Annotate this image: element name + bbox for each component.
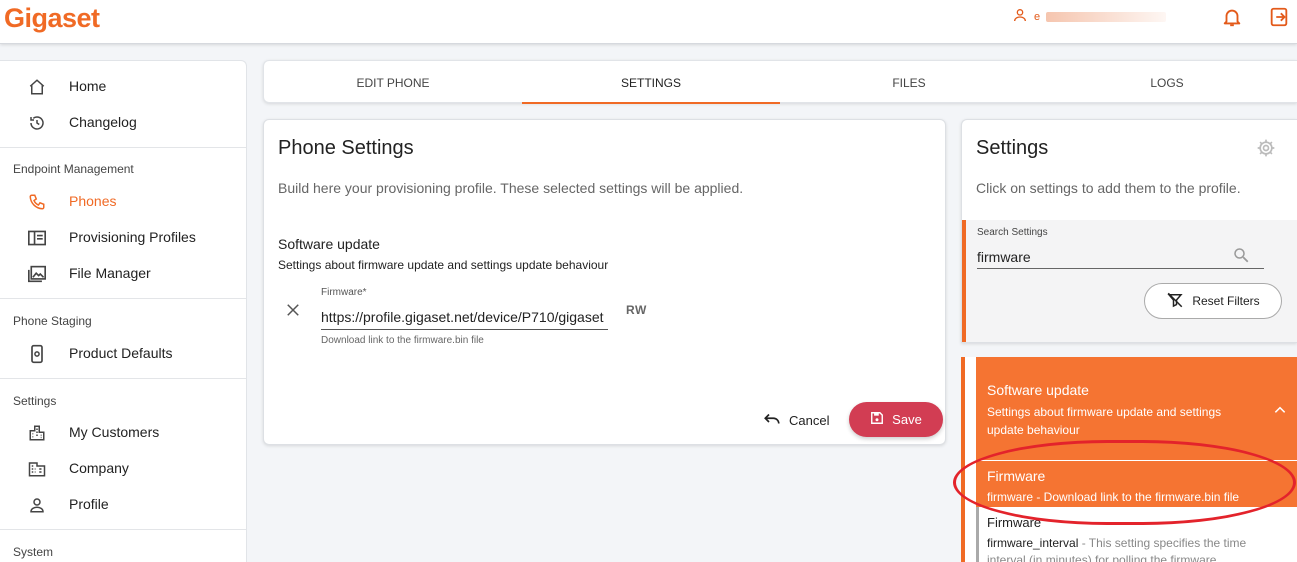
cancel-button[interactable]: Cancel	[763, 406, 829, 434]
user-name: e	[1034, 10, 1041, 23]
sidebar-item-product-defaults[interactable]: Product Defaults	[0, 336, 246, 370]
result-group-description: Settings about firmware update and setti…	[987, 405, 1222, 437]
building-icon	[27, 459, 47, 479]
redacted-username	[1046, 11, 1167, 22]
sidebar-item-file-manager[interactable]: File Manager	[0, 256, 246, 290]
sidebar-item-label: My Customers	[69, 424, 160, 440]
logout-icon[interactable]	[1268, 6, 1290, 33]
section-title-system: System	[13, 545, 54, 559]
sidebar-item-my-customers[interactable]: My Customers	[0, 415, 246, 449]
person-icon	[27, 495, 47, 515]
page-title: Phone Settings	[278, 137, 414, 159]
undo-icon	[763, 412, 781, 429]
sidebar-divider	[0, 529, 246, 530]
sidebar-divider	[0, 378, 246, 379]
result-description: firmware_interval - This setting specifi…	[987, 535, 1287, 562]
save-icon	[870, 411, 884, 428]
tab-label: SETTINGS	[620, 75, 681, 90]
access-badge: RW	[626, 303, 647, 317]
gear-icon[interactable]	[1256, 138, 1276, 163]
person-icon	[1012, 7, 1028, 26]
device-settings-icon	[27, 344, 47, 364]
sidebar-item-changelog[interactable]: Changelog	[0, 105, 246, 139]
home-icon	[27, 77, 47, 97]
search-icon[interactable]	[1232, 246, 1250, 269]
cancel-label: Cancel	[789, 412, 830, 428]
gigaset-logo[interactable]: Gigaset	[4, 3, 100, 34]
section-title-settings: Settings	[13, 394, 57, 408]
result-item-firmware[interactable]: Firmware firmware - Download link to the…	[976, 461, 1297, 507]
phone-settings-card: Phone Settings Build here your provision…	[263, 119, 946, 445]
group-description: Settings about firmware update and setti…	[278, 258, 609, 272]
sidebar-item-label: Provisioning Profiles	[69, 229, 196, 245]
section-title-staging: Phone Staging	[13, 314, 92, 328]
section-title-endpoint: Endpoint Management	[13, 162, 134, 176]
sidebar-item-phones[interactable]: Phones	[0, 184, 246, 218]
sidebar-item-home[interactable]: Home	[0, 69, 246, 103]
top-bar: Gigaset e	[0, 0, 1297, 44]
save-button[interactable]: Save	[849, 402, 943, 437]
sidebar-item-label: Profile	[69, 496, 109, 512]
sidebar-divider	[0, 298, 246, 299]
sidebar-item-label: Product Defaults	[69, 345, 173, 361]
sidebar: Home Changelog Endpoint Management Phone…	[0, 60, 247, 562]
tab-files[interactable]: FILES	[780, 61, 1038, 104]
page-description: Build here your provisioning profile. Th…	[278, 180, 744, 196]
result-group-title: Software update	[987, 382, 1089, 398]
settings-results: Software update Settings about firmware …	[961, 357, 1297, 562]
tab-edit-phone[interactable]: EDIT PHONE	[264, 61, 522, 104]
search-label: Search Settings	[977, 227, 1048, 238]
profile-icon	[27, 228, 47, 248]
result-title: Firmware	[987, 515, 1042, 530]
sidebar-item-label: Changelog	[69, 114, 137, 130]
image-icon	[27, 264, 47, 284]
result-item-firmware-interval[interactable]: Firmware firmware_interval - This settin…	[976, 507, 1297, 562]
firmware-field[interactable]	[321, 304, 608, 330]
city-icon	[27, 423, 47, 443]
reset-filters-button[interactable]: Reset Filters	[1144, 283, 1282, 319]
user-menu[interactable]: e	[1012, 7, 1167, 26]
sidebar-item-company[interactable]: Company	[0, 451, 246, 485]
save-label: Save	[892, 412, 922, 427]
bell-icon[interactable]	[1221, 6, 1243, 33]
tab-logs[interactable]: LOGS	[1038, 61, 1296, 104]
filter-off-icon	[1166, 291, 1184, 312]
result-group-header[interactable]: Software update Settings about firmware …	[976, 357, 1297, 460]
search-block: Search Settings Reset Filters	[962, 220, 1297, 342]
firmware-field-label: Firmware*	[321, 287, 367, 298]
result-title: Firmware	[987, 468, 1046, 484]
active-tab-indicator	[522, 102, 780, 104]
sidebar-divider	[0, 147, 246, 148]
search-input[interactable]	[977, 245, 1264, 269]
firmware-field-hint: Download link to the firmware.bin file	[321, 335, 484, 346]
phone-icon	[27, 192, 47, 212]
sidebar-item-provisioning-profiles[interactable]: Provisioning Profiles	[0, 220, 246, 254]
sidebar-item-profile[interactable]: Profile	[0, 487, 246, 521]
close-icon[interactable]	[284, 301, 302, 319]
sidebar-item-label: Home	[69, 78, 107, 94]
result-key: firmware_interval	[987, 536, 1079, 550]
reset-filters-label: Reset Filters	[1192, 294, 1260, 308]
tab-settings[interactable]: SETTINGS	[522, 61, 780, 104]
settings-panel-description: Click on settings to add them to the pro…	[976, 180, 1241, 196]
sidebar-item-label: File Manager	[69, 265, 151, 281]
group-title: Software update	[278, 236, 380, 252]
sidebar-item-label: Company	[69, 460, 129, 476]
tab-bar: EDIT PHONE SETTINGS FILES LOGS	[263, 60, 1297, 104]
chevron-up-icon[interactable]	[1273, 402, 1287, 420]
result-description: firmware - Download link to the firmware…	[987, 490, 1240, 504]
settings-panel-title: Settings	[976, 137, 1049, 159]
sidebar-item-label: Phones	[69, 193, 117, 209]
history-icon	[27, 113, 47, 133]
settings-panel: Settings Click on settings to add them t…	[961, 119, 1297, 343]
